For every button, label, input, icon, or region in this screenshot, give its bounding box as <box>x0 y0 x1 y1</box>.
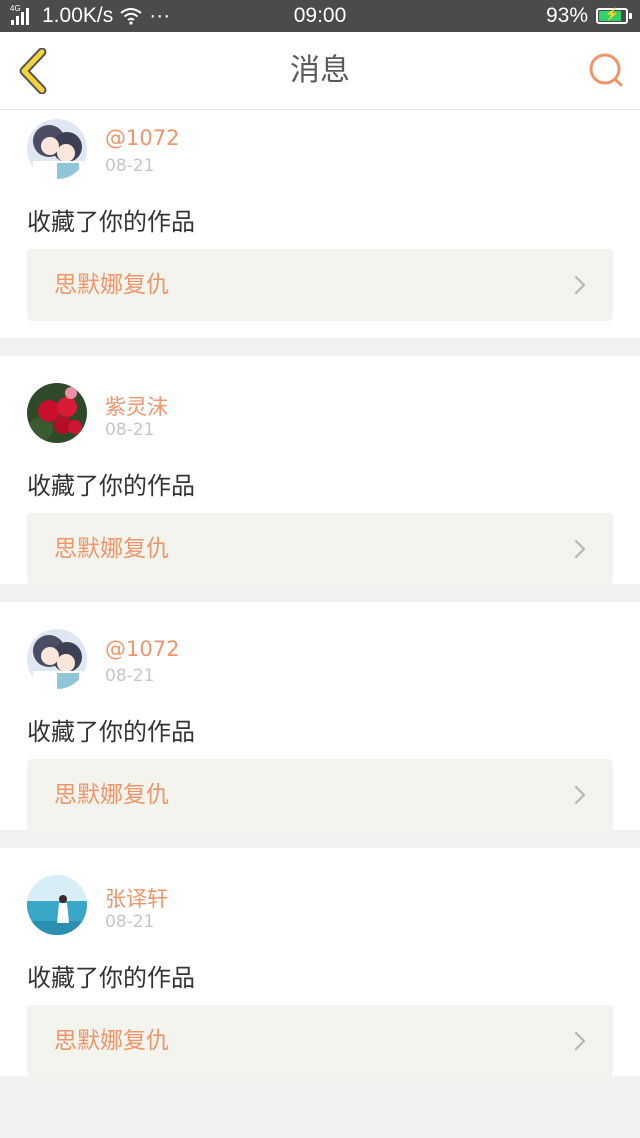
timestamp: 08-21 <box>105 666 155 686</box>
clock: 09:00 <box>293 4 347 27</box>
charging-bolt-icon: ⚡ <box>604 7 620 21</box>
action-text: 收藏了你的作品 <box>27 208 195 236</box>
work-link[interactable]: 思默娜复仇 <box>27 513 613 585</box>
chevron-right-icon <box>574 539 586 559</box>
chevron-right-icon <box>574 1031 586 1051</box>
divider <box>0 830 640 848</box>
timestamp: 08-21 <box>105 912 155 932</box>
action-text: 收藏了你的作品 <box>27 718 195 746</box>
chevron-right-icon <box>574 785 586 805</box>
red-roses-avatar[interactable] <box>27 383 87 443</box>
work-title: 思默娜复仇 <box>54 536 169 562</box>
battery-percent: 93% <box>545 4 588 27</box>
search-icon[interactable] <box>586 50 626 90</box>
username[interactable]: 张译轩 <box>105 883 168 913</box>
work-link[interactable]: 思默娜复仇 <box>27 759 613 831</box>
divider <box>0 1076 640 1094</box>
list-item: 张译轩 08-21 收藏了你的作品 思默娜复仇 <box>0 848 640 1077</box>
status-right: 93% ⚡ <box>545 4 632 28</box>
username[interactable]: @1072 <box>105 637 179 661</box>
page-title: 消息 <box>290 53 350 88</box>
action-text: 收藏了你的作品 <box>27 472 195 500</box>
divider <box>0 584 640 602</box>
anime-couple-avatar[interactable] <box>27 119 87 179</box>
username[interactable]: @1072 <box>105 126 179 150</box>
list-item: @1072 08-21 收藏了你的作品 思默娜复仇 <box>0 602 640 831</box>
list-item: @1072 08-21 收藏了你的作品 思默娜复仇 <box>0 110 640 338</box>
battery-icon: ⚡ <box>596 7 632 24</box>
message-list: @1072 08-21 收藏了你的作品 思默娜复仇 紫灵沫 08-21 收藏了你… <box>0 110 640 1094</box>
work-title: 思默娜复仇 <box>54 1028 169 1054</box>
username[interactable]: 紫灵沫 <box>105 391 168 421</box>
list-item: 紫灵沫 08-21 收藏了你的作品 思默娜复仇 <box>0 356 640 585</box>
action-text: 收藏了你的作品 <box>27 964 195 992</box>
nav-bar: 消息 <box>0 32 640 110</box>
work-title: 思默娜复仇 <box>54 782 169 808</box>
timestamp: 08-21 <box>105 420 155 440</box>
anime-couple-avatar[interactable] <box>27 629 87 689</box>
status-bar: 4G 1.00K/s ··· 09:00 93% ⚡ <box>0 0 640 32</box>
timestamp: 08-21 <box>105 156 155 176</box>
work-link[interactable]: 思默娜复仇 <box>27 1005 613 1077</box>
divider <box>0 338 640 356</box>
back-arrow-icon[interactable] <box>12 48 58 94</box>
app-screen: 4G 1.00K/s ··· 09:00 93% ⚡ 消息 @1072 08-2… <box>0 0 640 1138</box>
work-link[interactable]: 思默娜复仇 <box>27 249 613 321</box>
beach-girl-avatar[interactable] <box>27 875 87 935</box>
work-title: 思默娜复仇 <box>54 272 169 298</box>
chevron-right-icon <box>574 275 586 295</box>
